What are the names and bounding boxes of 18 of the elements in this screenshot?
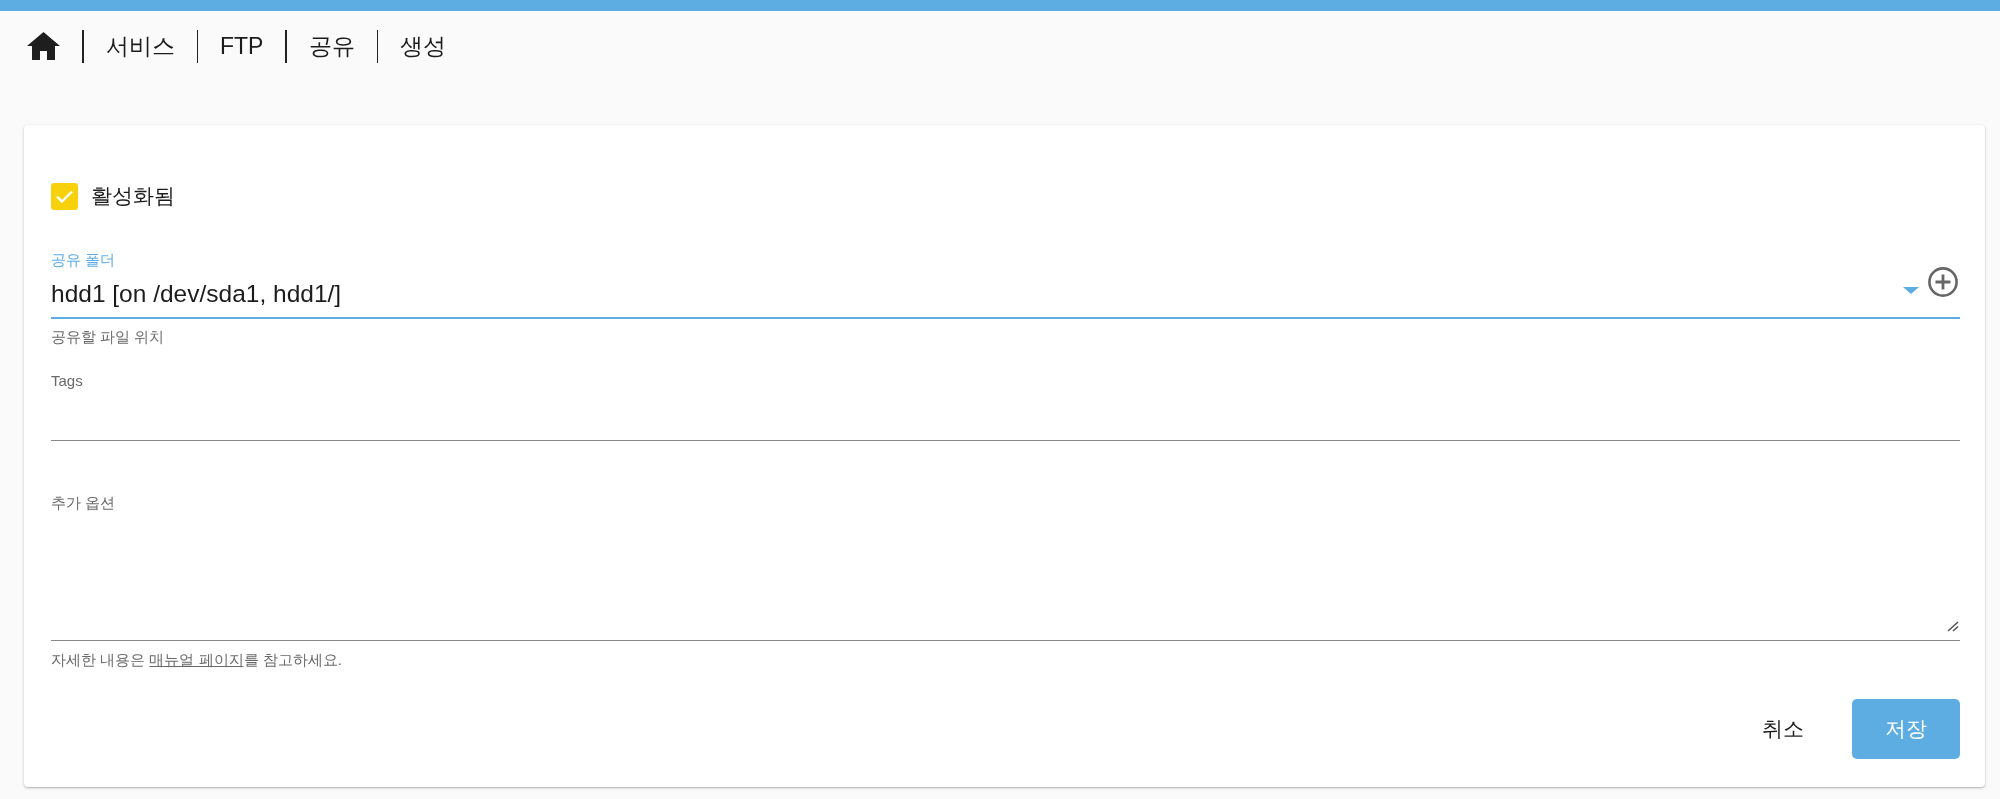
breadcrumb-item: 생성 (400, 32, 447, 61)
checkbox-label: 활성화됨 (91, 183, 175, 209)
manual-link[interactable]: 매뉴얼 페이지 (149, 651, 244, 668)
home-icon[interactable] (27, 32, 60, 60)
checkbox[interactable] (51, 182, 78, 210)
field-label: 공유 폴더 (51, 250, 116, 270)
breadcrumb-item[interactable]: FTP (220, 31, 264, 61)
resize-handle-icon[interactable] (1947, 621, 1959, 632)
breadcrumb-item[interactable]: 서비스 (105, 31, 175, 61)
caret-icon (1903, 287, 1919, 294)
field-label: 추가 옵션 (51, 493, 116, 513)
cancel-button[interactable]: 취소 (1746, 699, 1820, 759)
help-text: 자세한 내용은 매뉴얼 페이지를 참고하세요. (51, 650, 342, 670)
helper-text: 공유할 파일 위치 (51, 327, 165, 347)
field-label: Tags (51, 371, 83, 391)
breadcrumb-item[interactable]: 공유 (308, 31, 355, 61)
folder-select[interactable]: hdd1 [on /dev/sda1, hdd1/] (51, 279, 1903, 317)
plus-circle-icon[interactable] (1928, 267, 1958, 297)
